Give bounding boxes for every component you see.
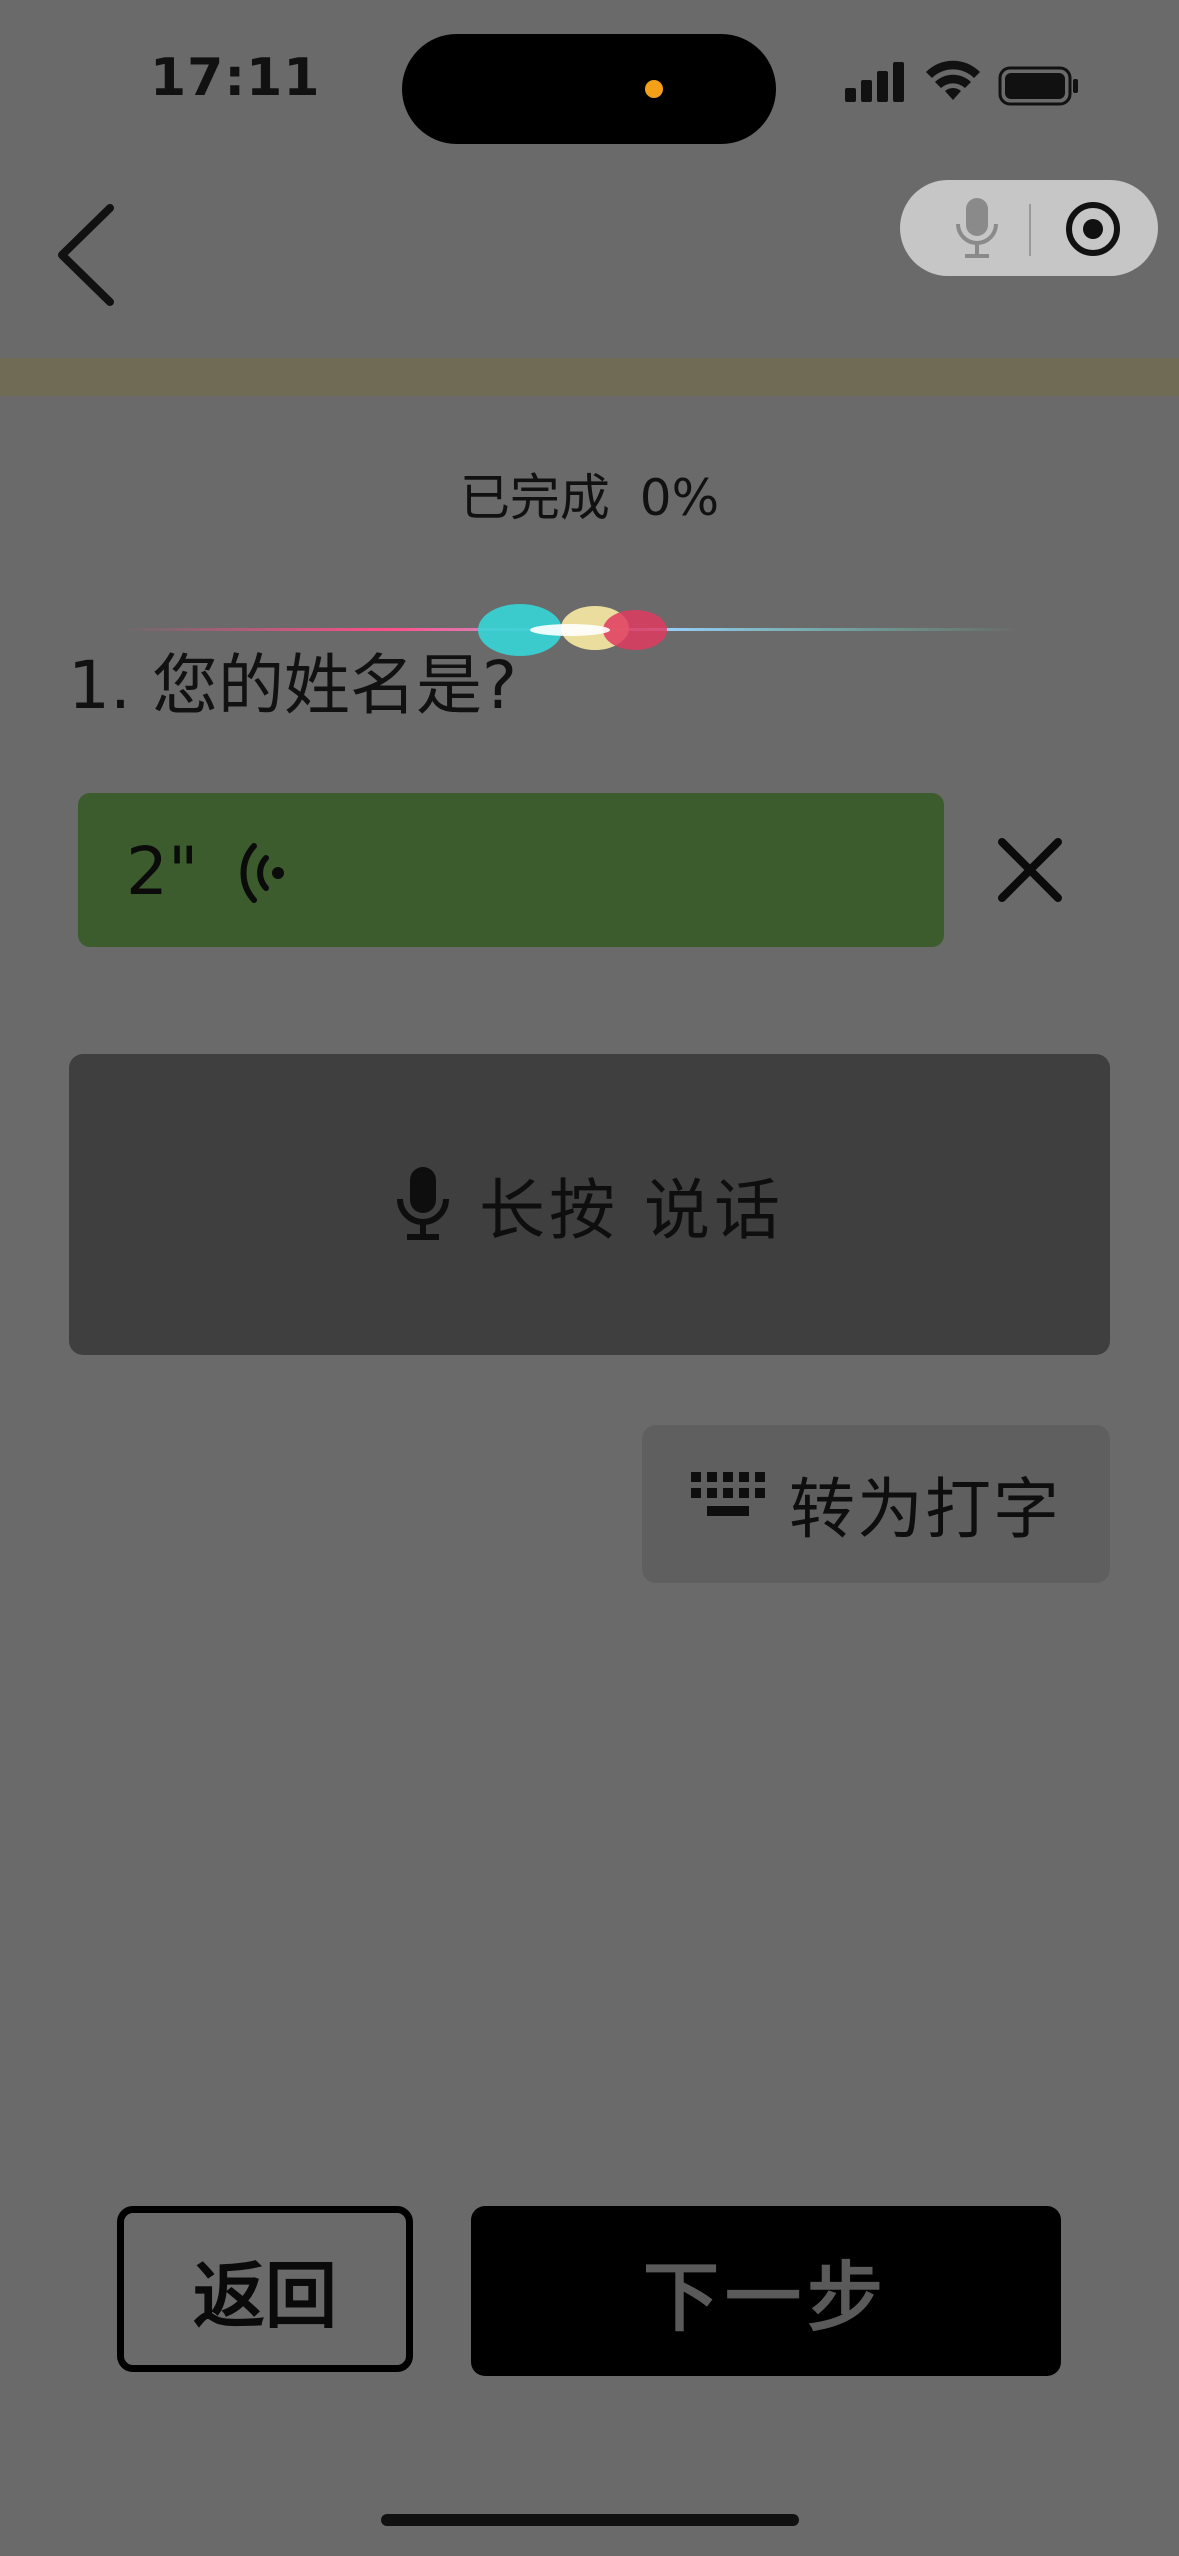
switch-to-typing-button[interactable]: 转为打字: [642, 1425, 1110, 1583]
next-step-button[interactable]: 下一步: [471, 2206, 1061, 2376]
home-indicator: [381, 2514, 799, 2526]
hold-to-talk-button[interactable]: 长按 说话: [69, 1054, 1110, 1355]
sound-wave-icon: [228, 838, 288, 912]
target-icon[interactable]: [1062, 198, 1124, 264]
back-button[interactable]: 返回: [117, 2206, 413, 2372]
dynamic-island: [402, 34, 776, 144]
progress-value: 0%: [639, 469, 720, 527]
wifi-icon: [925, 58, 981, 106]
progress-label: 已完成: [459, 469, 610, 527]
switch-to-typing-label: 转为打字: [789, 1471, 1061, 1548]
microphone-icon[interactable]: [952, 196, 1002, 264]
capsule-divider: [1029, 204, 1031, 256]
voice-message-bubble[interactable]: 2": [78, 793, 944, 947]
hold-to-talk-label: 长按 说话: [479, 1171, 784, 1249]
signal-icon: [845, 62, 907, 106]
question-title: 1. 您的姓名是?: [68, 647, 517, 724]
close-icon[interactable]: [992, 832, 1068, 912]
microphone-icon: [395, 1165, 451, 1245]
voice-duration: 2": [126, 833, 199, 910]
progress-strip: [0, 358, 1179, 396]
progress-text: 已完成 0%: [0, 458, 1179, 530]
keyboard-icon: [691, 1472, 765, 1536]
battery-icon: [998, 66, 1080, 110]
recording-indicator-dot: [645, 80, 663, 98]
back-chevron-icon[interactable]: [50, 200, 120, 314]
status-time: 17:11: [150, 48, 321, 108]
